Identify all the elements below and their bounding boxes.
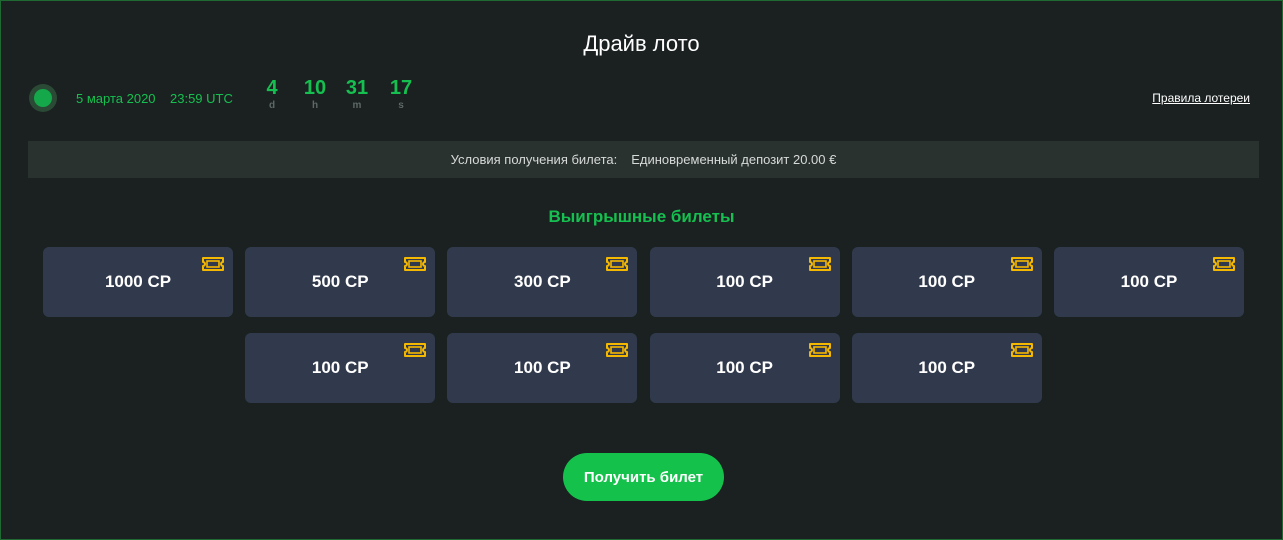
prize-amount: 100 CP [311, 358, 369, 377]
ticket-icon [808, 257, 831, 271]
countdown-unit: s [398, 100, 404, 111]
countdown-value: 31 [345, 77, 369, 99]
countdown-unit: m [352, 100, 362, 111]
prize-ticket-card: 1000 CP [43, 247, 234, 317]
prize-amount: 1000 CP [104, 272, 172, 291]
get-ticket-button[interactable]: Получить билет [563, 453, 724, 501]
countdown-unit: d [268, 100, 276, 111]
countdown-value: 17 [389, 77, 413, 99]
prize-amount: 100 CP [918, 358, 976, 377]
ticket-icon [1212, 257, 1235, 271]
ticket-icon [1010, 257, 1033, 271]
lottery-rules-link[interactable]: Правила лотереи [1152, 91, 1250, 105]
draw-date: 5 марта 2020 [76, 91, 156, 106]
prize-ticket-card: 100 CP [851, 333, 1042, 403]
ticket-icon [606, 343, 629, 357]
prize-amount: 100 CP [716, 358, 773, 377]
countdown-hours: 10 h [295, 77, 335, 113]
ticket-conditions-bar: Условия получения билета: Единовременный… [28, 141, 1259, 178]
prize-ticket-card: 100 CP [649, 247, 840, 317]
ticket-icon [202, 257, 225, 271]
ticket-grid: 1000 CP 500 CP 300 CP 100 CP 100 CP 100 CP 100… [43, 247, 1244, 403]
lottery-panel: Драйв лото 5 марта 2020 23:59 UTC 4 d 10… [0, 0, 1283, 540]
draw-time: 23:59 UTC [170, 91, 233, 106]
prize-amount: 300 CP [514, 272, 571, 291]
ticket-icon [808, 343, 831, 357]
ticket-icon [606, 257, 629, 271]
ticket-icon [1010, 343, 1033, 357]
ticket-icon [404, 343, 427, 357]
prize-amount: 500 CP [311, 272, 369, 291]
countdown-value: 4 [266, 77, 278, 99]
countdown-seconds: 17 s [381, 77, 421, 113]
status-indicator-icon [29, 84, 57, 112]
prize-ticket-card: 100 CP [649, 333, 840, 403]
countdown-value: 10 [303, 77, 327, 99]
countdown-minutes: 31 m [337, 77, 377, 113]
prize-amount: 100 CP [716, 272, 773, 291]
prize-amount: 100 CP [1120, 272, 1178, 291]
prize-ticket-card: 100 CP [245, 333, 436, 403]
prize-ticket-card: 500 CP [245, 247, 436, 317]
prize-amount: 100 CP [514, 358, 571, 377]
conditions-value: Единовременный депозит 20.00 € [631, 152, 837, 167]
winning-tickets-title: Выигрышные билеты [548, 207, 735, 226]
countdown-days: 4 d [252, 77, 292, 113]
prize-ticket-card: 100 CP [1053, 247, 1244, 317]
prize-amount: 100 CP [918, 272, 976, 291]
conditions-label: Условия получения билета: [450, 152, 618, 167]
ticket-icon [404, 257, 427, 271]
prize-ticket-card: 100 CP [447, 333, 638, 403]
countdown-unit: h [311, 100, 319, 111]
lottery-title: Драйв лото [583, 31, 700, 56]
prize-ticket-card: 300 CP [447, 247, 638, 317]
prize-ticket-card: 100 CP [851, 247, 1042, 317]
